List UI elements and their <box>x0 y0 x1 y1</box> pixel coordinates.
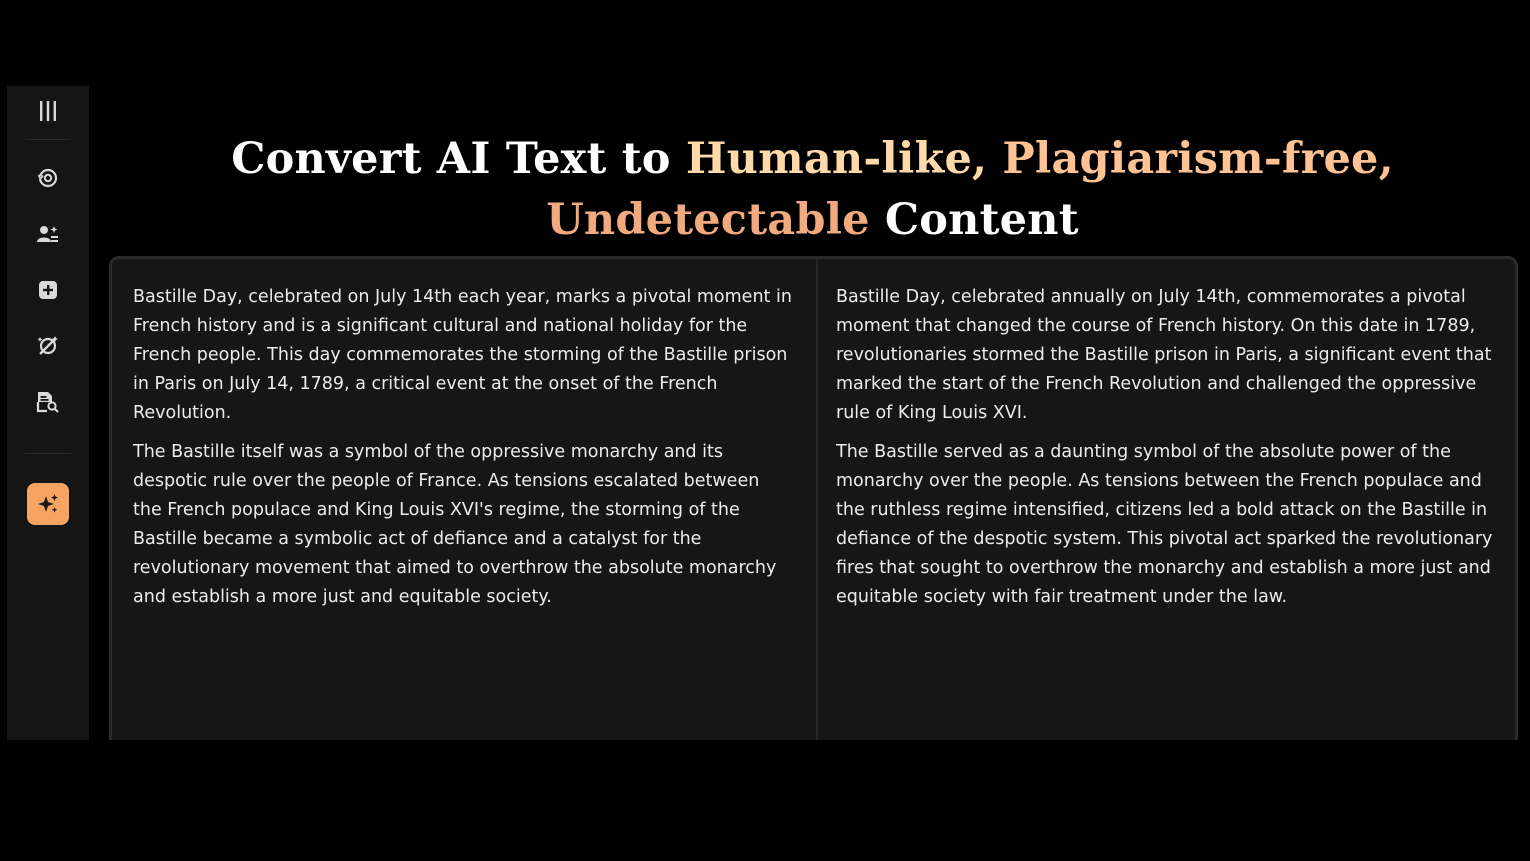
sidebar-item-tools[interactable] <box>27 325 69 367</box>
input-text-area[interactable]: Bastille Day, celebrated on July 14th ea… <box>112 259 818 773</box>
title-part: Content <box>869 194 1079 245</box>
page-title: Convert AI Text to Human-like, Plagiaris… <box>110 129 1515 251</box>
sidebar-divider <box>25 453 71 454</box>
title-part: Convert AI Text to <box>231 133 686 184</box>
output-text-area[interactable]: Bastille Day, celebrated annually on Jul… <box>818 259 1515 773</box>
input-paragraph: The Bastille itself was a symbol of the … <box>133 442 777 607</box>
menu-button[interactable] <box>27 90 69 132</box>
sidebar-item-plagiarism-check[interactable] <box>27 381 69 423</box>
text-comparison-panel: Bastille Day, celebrated on July 14th ea… <box>109 256 1518 776</box>
document-search-icon <box>36 392 59 413</box>
sidebar-item-humanizer-active[interactable] <box>27 483 69 525</box>
app-root: Convert AI Text to Human-like, Plagiaris… <box>0 0 1530 861</box>
sidebar-divider <box>25 139 71 140</box>
sidebar <box>7 86 89 740</box>
letterbox-bottom <box>0 740 1530 861</box>
rewrite-cycle-icon <box>37 168 58 188</box>
input-paragraph: Bastille Day, celebrated on July 14th ea… <box>133 287 792 423</box>
menu-icon <box>40 101 56 121</box>
output-paragraph: Bastille Day, celebrated annually on Jul… <box>836 287 1492 423</box>
title-highlight-plagiarism-free: Plagiarism-free, <box>1002 133 1394 184</box>
magic-tools-icon <box>37 336 58 355</box>
title-space <box>987 134 1002 184</box>
title-highlight-human-like: Human-like, <box>685 133 988 184</box>
sidebar-item-add[interactable] <box>27 269 69 311</box>
sparkles-icon <box>38 494 58 513</box>
add-square-icon <box>39 281 57 299</box>
ai-humanize-icon <box>37 226 58 242</box>
sidebar-item-humanize[interactable] <box>27 213 69 255</box>
sidebar-item-rewrite[interactable] <box>27 157 69 199</box>
output-paragraph: The Bastille served as a daunting symbol… <box>836 442 1493 607</box>
title-highlight-undetectable: Undetectable <box>546 194 870 245</box>
